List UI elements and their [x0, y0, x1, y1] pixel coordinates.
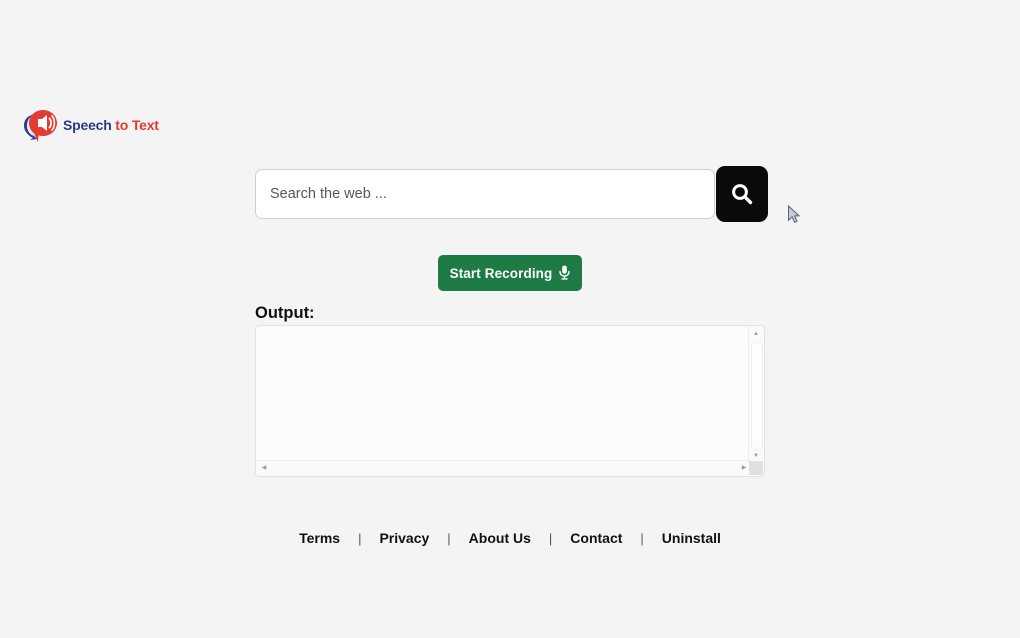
footer-link-uninstall[interactable]: Uninstall	[644, 530, 739, 546]
footer-link-about-us[interactable]: About Us	[451, 530, 549, 546]
logo-word-text: Text	[131, 117, 159, 133]
search-button[interactable]	[716, 166, 768, 222]
output-horizontal-scrollbar[interactable]: ◀ ▶	[257, 460, 751, 475]
scroll-up-arrow-icon[interactable]: ▲	[749, 327, 763, 341]
mouse-cursor	[787, 204, 801, 225]
footer-link-contact[interactable]: Contact	[552, 530, 640, 546]
search-icon	[729, 181, 755, 207]
output-label: Output:	[255, 304, 315, 322]
start-recording-button[interactable]: Start Recording	[438, 255, 582, 291]
footer-links: Terms | Privacy | About Us | Contact | U…	[0, 530, 1020, 546]
output-textarea[interactable]	[256, 326, 750, 462]
logo-word-to: to	[111, 117, 132, 133]
speech-bubble-speaker-icon	[20, 106, 60, 144]
footer-link-terms[interactable]: Terms	[281, 530, 358, 546]
output-vertical-scrollbar[interactable]: ▲ ▼	[748, 327, 763, 463]
resize-handle[interactable]	[749, 461, 763, 475]
scroll-left-arrow-icon[interactable]: ◀	[257, 461, 271, 475]
start-recording-label: Start Recording	[449, 265, 553, 281]
footer-link-privacy[interactable]: Privacy	[361, 530, 447, 546]
brand-logo[interactable]: Speech to Text	[20, 106, 159, 144]
output-panel: ▲ ▼ ◀ ▶	[255, 325, 765, 477]
microphone-icon	[559, 265, 571, 282]
brand-logo-text: Speech to Text	[63, 117, 159, 133]
logo-word-speech: Speech	[63, 117, 112, 133]
search-bar	[255, 166, 768, 222]
search-input[interactable]	[255, 169, 715, 219]
vertical-scroll-thumb[interactable]	[751, 342, 763, 450]
